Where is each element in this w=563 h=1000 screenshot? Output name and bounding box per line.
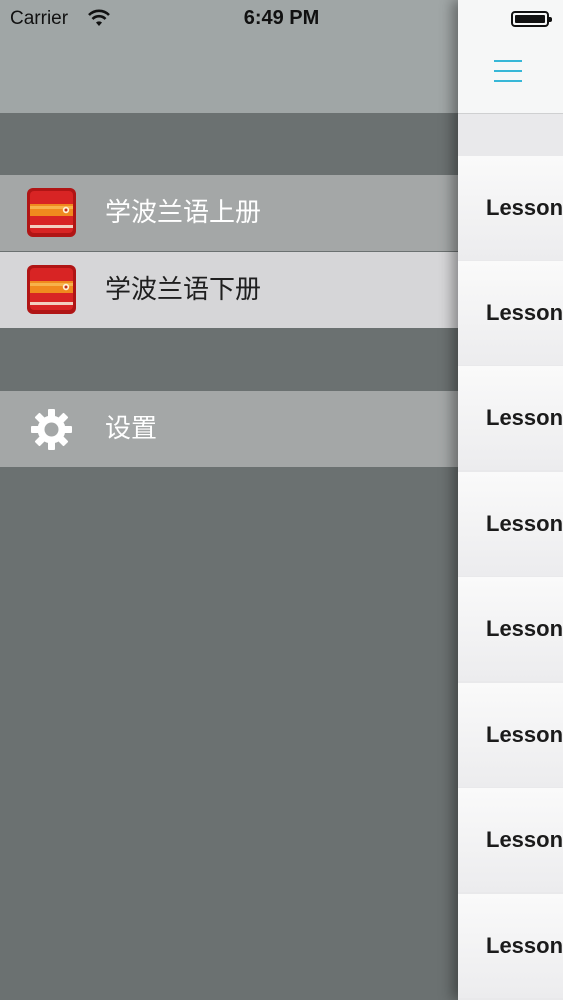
status-time: 6:49 PM bbox=[243, 7, 320, 29]
lesson-title: Lesson bbox=[486, 511, 563, 536]
menu-item-polish-volume-2[interactable]: 学波兰语下册 bbox=[0, 252, 458, 328]
lesson-title: Lesson bbox=[486, 722, 563, 747]
lesson-row[interactable]: Lesson bbox=[458, 366, 563, 470]
lesson-title: Lesson bbox=[486, 300, 563, 325]
menu-item-polish-volume-1[interactable]: 学波兰语上册 bbox=[0, 175, 458, 251]
gear-icon bbox=[31, 409, 72, 450]
status-bar: Carrier 6:49 PM bbox=[0, 0, 563, 40]
lesson-row[interactable]: Lesson bbox=[458, 472, 563, 576]
lesson-row[interactable]: Lesson bbox=[458, 683, 563, 787]
menu-item-label: 学波兰语下册 bbox=[105, 275, 262, 305]
lesson-row[interactable]: Lesson bbox=[458, 261, 563, 365]
battery-icon bbox=[511, 11, 552, 27]
lesson-title: Lesson bbox=[486, 827, 563, 852]
lesson-title: Lesson bbox=[486, 195, 563, 220]
menu-item-label: 学波兰语上册 bbox=[105, 198, 262, 228]
hamburger-icon[interactable] bbox=[494, 60, 522, 82]
lesson-title: Lesson bbox=[486, 405, 563, 430]
book-icon bbox=[27, 188, 76, 237]
lesson-row[interactable]: Lesson bbox=[458, 788, 563, 892]
lesson-row[interactable]: Lesson bbox=[458, 156, 563, 260]
settings-label: 设置 bbox=[105, 414, 158, 444]
book-icon bbox=[27, 265, 76, 314]
main-content[interactable]: Lesson Lesson Lesson Lesson Lesson Lesso… bbox=[458, 0, 563, 1000]
lesson-title: Lesson bbox=[486, 933, 563, 958]
lesson-row[interactable]: Lesson bbox=[458, 577, 563, 681]
menu-item-settings[interactable]: 设置 bbox=[0, 391, 458, 467]
lesson-row[interactable]: Lesson bbox=[458, 894, 563, 998]
lesson-title: Lesson bbox=[486, 616, 563, 641]
